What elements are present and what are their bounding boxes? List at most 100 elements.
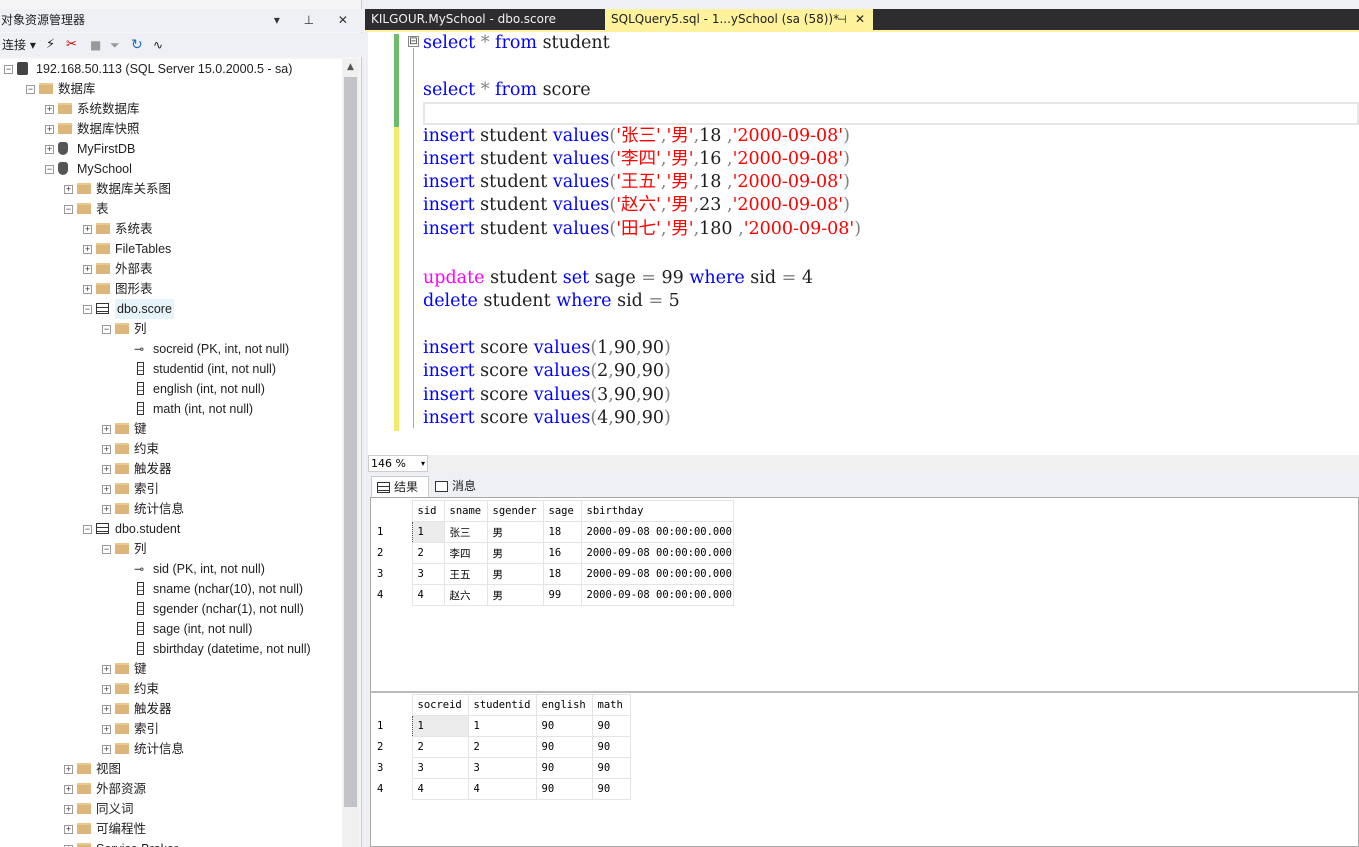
expand-icon[interactable]: + xyxy=(64,805,73,814)
expand-icon[interactable]: + xyxy=(102,725,111,734)
tree-node[interactable]: − MySchool xyxy=(0,159,342,179)
tree-node[interactable]: + FileTables xyxy=(0,239,342,259)
row-number[interactable]: 2 xyxy=(371,737,412,758)
tab-results[interactable]: 结果 xyxy=(371,476,429,497)
expand-icon[interactable]: + xyxy=(45,105,54,114)
tree-node[interactable]: +Service Broker xyxy=(0,839,342,847)
collapse-icon[interactable]: − xyxy=(102,545,111,554)
grid-cell[interactable]: 2000-09-08 00:00:00.000 xyxy=(580,584,734,606)
tree-node[interactable]: + 外部表 xyxy=(0,259,342,279)
table-row[interactable]: 1 1 1 90 90 xyxy=(371,715,631,737)
expand-icon[interactable]: + xyxy=(102,665,111,674)
column-header[interactable]: math xyxy=(591,694,631,716)
tree-node[interactable]: ⊸ socreid (PK, int, not null) xyxy=(0,339,342,359)
activity-monitor-icon[interactable]: ∿ xyxy=(153,33,163,57)
panel-window-buttons[interactable]: ▾ ⊥ ✕ xyxy=(274,9,358,32)
close-icon[interactable]: ✕ xyxy=(855,9,865,30)
grid-cell[interactable]: 3 xyxy=(467,757,537,779)
tree-node[interactable]: + 统计信息 xyxy=(0,739,342,759)
tree-node[interactable]: + 同义词 xyxy=(0,799,342,819)
collapse-icon[interactable]: − xyxy=(26,85,35,94)
tree-node[interactable]: − 数据库 xyxy=(0,79,342,99)
column-header[interactable]: english xyxy=(535,694,593,716)
grid-cell[interactable]: 李四 xyxy=(443,542,488,564)
collapse-icon[interactable]: ⊟ xyxy=(408,36,419,47)
tree-node[interactable]: sname (nchar(10), not null) xyxy=(0,579,342,599)
tree-node[interactable]: + 键 xyxy=(0,419,342,439)
tree-node[interactable]: + 外部资源 xyxy=(0,779,342,799)
column-header[interactable]: sname xyxy=(443,500,488,522)
connect-button[interactable]: 连接 ▾ xyxy=(2,33,36,57)
editor-horizontal-scrollbar[interactable]: 146 % ▾ xyxy=(368,455,1359,472)
tree-node[interactable]: + 数据库关系图 xyxy=(0,179,342,199)
grid-cell[interactable]: 2000-09-08 00:00:00.000 xyxy=(580,563,734,585)
grid-cell[interactable]: 90 xyxy=(535,736,593,758)
stop-icon[interactable]: ■ xyxy=(90,33,101,57)
tree-node[interactable]: + 约束 xyxy=(0,439,342,459)
row-number[interactable]: 4 xyxy=(371,585,412,606)
grid-cell[interactable]: 男 xyxy=(486,521,544,543)
grid-cell[interactable]: 男 xyxy=(486,584,544,606)
tab-dbo-score[interactable]: KILGOUR.MySchool - dbo.score xyxy=(365,9,605,30)
row-number[interactable]: 1 xyxy=(371,716,412,737)
grid-cell[interactable]: 90 xyxy=(535,757,593,779)
column-header[interactable]: sage xyxy=(542,500,582,522)
grid-cell[interactable]: 3 xyxy=(411,757,469,779)
grid-cell[interactable]: 王五 xyxy=(443,563,488,585)
grid-cell[interactable]: 2 xyxy=(411,542,445,564)
row-number[interactable]: 4 xyxy=(371,779,412,800)
grid-cell[interactable]: 2 xyxy=(467,736,537,758)
results-grid-score[interactable]: socreid studentid english math 1 1 1 90 90 2 2 2 90 9… xyxy=(371,694,631,800)
grid-cell[interactable]: 1 xyxy=(411,521,445,543)
tree-node[interactable]: english (int, not null) xyxy=(0,379,342,399)
grid-cell[interactable]: 1 xyxy=(467,715,537,737)
row-number[interactable]: 1 xyxy=(371,522,412,543)
expand-icon[interactable]: + xyxy=(102,465,111,474)
expand-icon[interactable]: + xyxy=(102,505,111,514)
table-row[interactable]: 2 2 2 90 90 xyxy=(371,736,631,758)
results-splitter[interactable] xyxy=(371,691,1359,693)
grid-cell[interactable]: 99 xyxy=(542,584,582,606)
tree-node[interactable]: studentid (int, not null) xyxy=(0,359,342,379)
grid-cell[interactable]: 90 xyxy=(591,736,631,758)
column-header[interactable]: sid xyxy=(411,500,445,522)
table-row[interactable]: 1 1 张三男 18 2000-09-08 00:00:00.000 xyxy=(371,521,734,543)
grid-cell[interactable]: 90 xyxy=(591,715,631,737)
grid-cell[interactable]: 90 xyxy=(535,715,593,737)
tree-node[interactable]: + 触发器 xyxy=(0,699,342,719)
column-header[interactable]: sbirthday xyxy=(580,500,734,522)
expand-icon[interactable]: + xyxy=(45,125,54,134)
pin-icon[interactable]: ⊣ xyxy=(837,9,847,30)
scrollbar-thumb[interactable] xyxy=(344,77,357,807)
expand-icon[interactable]: + xyxy=(83,245,92,254)
expand-icon[interactable]: + xyxy=(102,745,111,754)
grid-cell[interactable]: 4 xyxy=(467,778,537,800)
tree-node[interactable]: + 统计信息 xyxy=(0,499,342,519)
row-number[interactable]: 3 xyxy=(371,564,412,585)
tree-node[interactable]: − 192.168.50.113 (SQL Server 15.0.2000.5 … xyxy=(0,59,342,79)
collapse-icon[interactable]: − xyxy=(83,305,92,314)
grid-cell[interactable]: 男 xyxy=(486,542,544,564)
tree-node[interactable]: + 索引 xyxy=(0,719,342,739)
results-grid-student[interactable]: sid sname sgender sage sbirthday 1 1 张三男 18 2000-… xyxy=(371,500,734,606)
collapse-icon[interactable]: − xyxy=(45,165,54,174)
tab-messages[interactable]: 消息 xyxy=(430,476,485,497)
tree-node[interactable]: sgender (nchar(1), not null) xyxy=(0,599,342,619)
row-number[interactable]: 2 xyxy=(371,543,412,564)
tree-node[interactable]: + 系统数据库 xyxy=(0,99,342,119)
column-header[interactable]: studentid xyxy=(467,694,537,716)
grid-cell[interactable]: 90 xyxy=(591,757,631,779)
tree-node[interactable]: + 触发器 xyxy=(0,459,342,479)
expand-icon[interactable]: + xyxy=(64,825,73,834)
expand-icon[interactable]: + xyxy=(83,285,92,294)
expand-icon[interactable]: + xyxy=(45,145,54,154)
grid-cell[interactable]: 18 xyxy=(542,521,582,543)
collapse-icon[interactable]: − xyxy=(83,525,92,534)
grid-cell[interactable]: 1 xyxy=(411,715,469,737)
table-row[interactable]: 4 4 4 90 90 xyxy=(371,778,631,800)
expand-icon[interactable]: + xyxy=(102,425,111,434)
expand-icon[interactable]: + xyxy=(64,785,73,794)
grid-cell[interactable]: 男 xyxy=(486,563,544,585)
grid-cell[interactable]: 2000-09-08 00:00:00.000 xyxy=(580,542,734,564)
collapse-icon[interactable]: − xyxy=(4,65,13,74)
